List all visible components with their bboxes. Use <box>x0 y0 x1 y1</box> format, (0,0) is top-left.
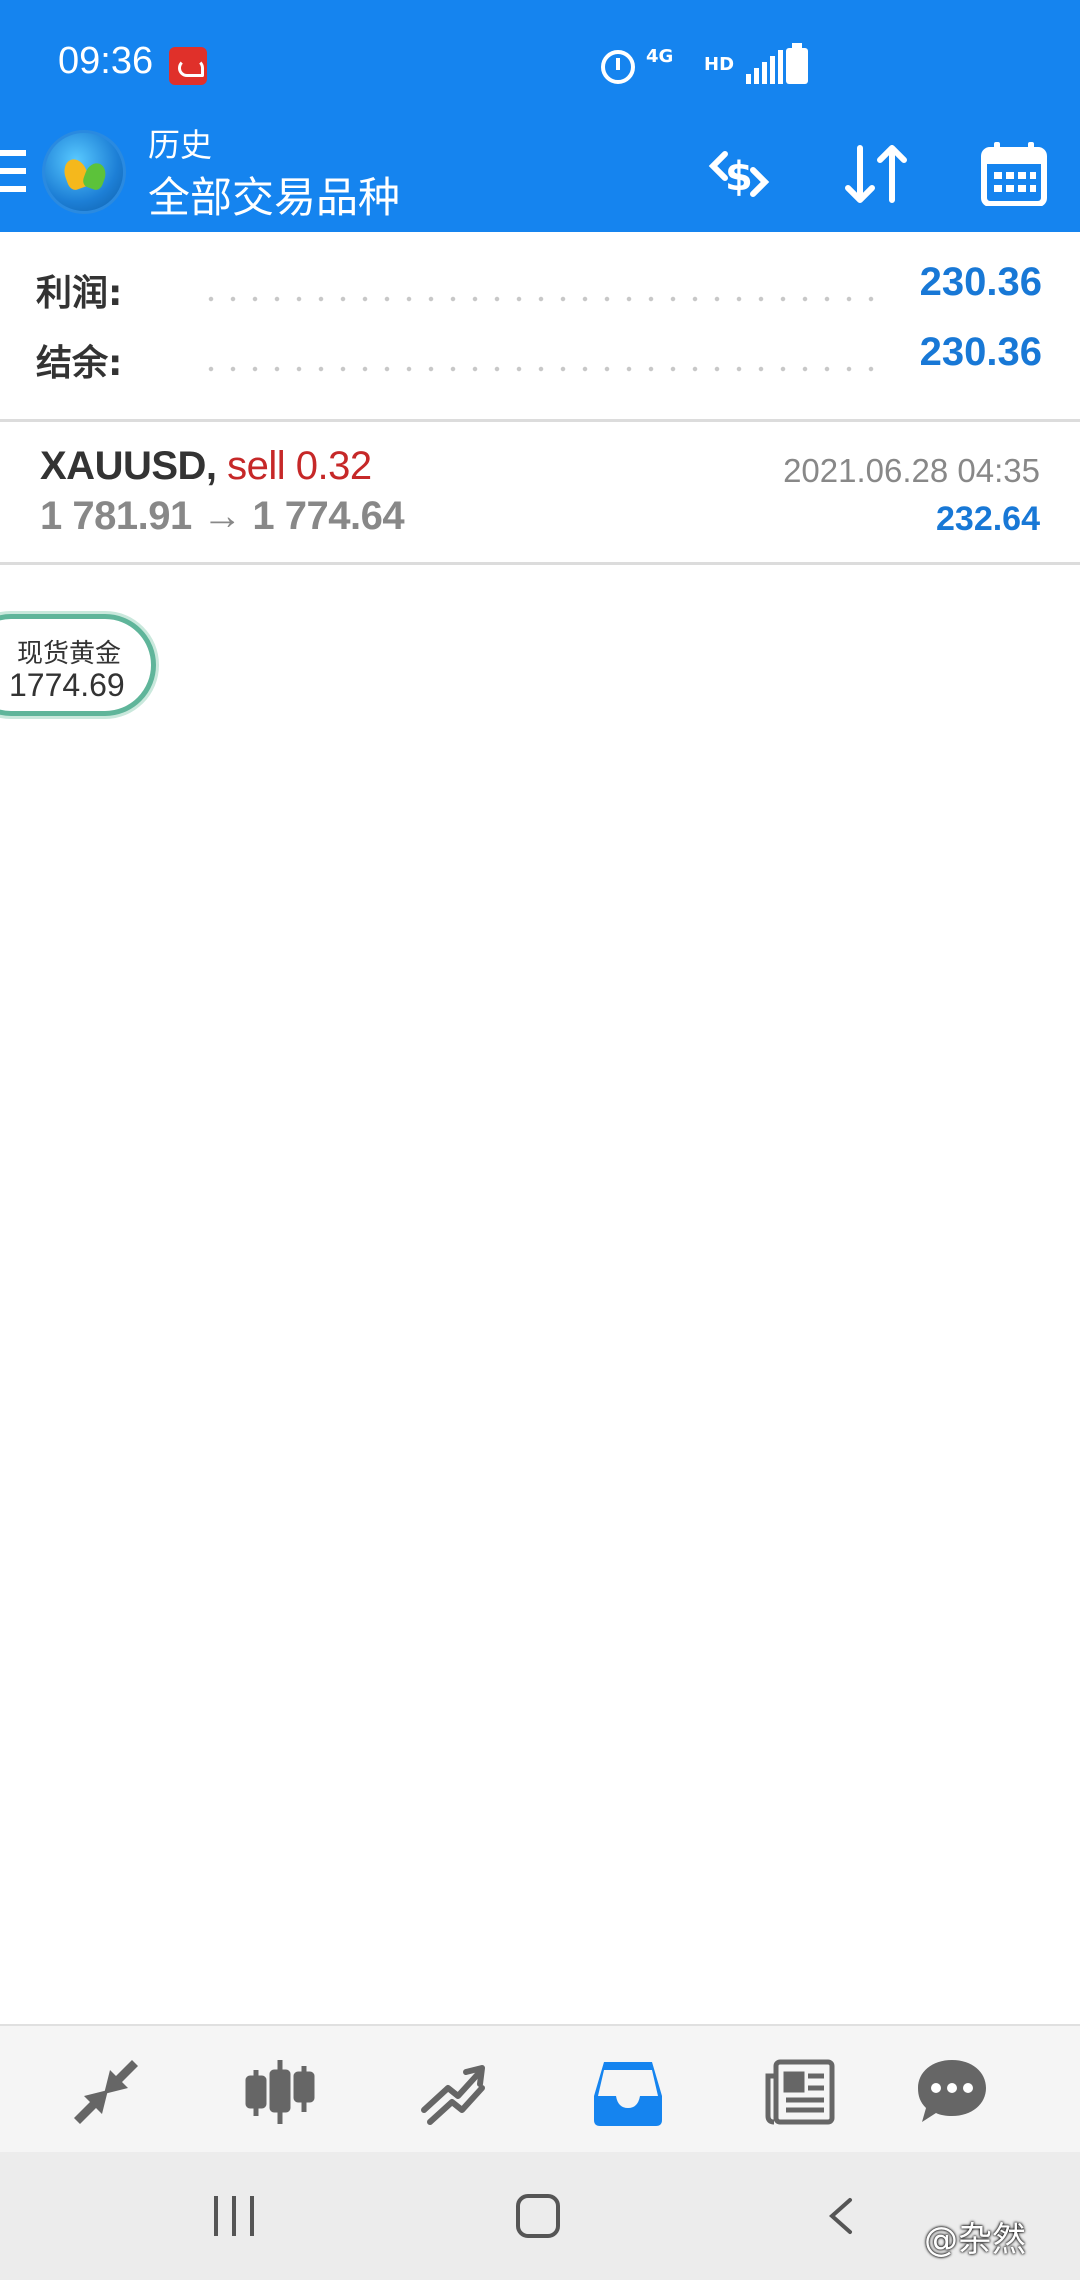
app-toolbar: 历史 全部交易品种 $ <box>0 120 1080 232</box>
balance-row: 结余: 230.36 <box>0 328 1080 388</box>
divider <box>0 562 1080 565</box>
history-icon[interactable] <box>590 2056 666 2128</box>
chart-icon[interactable] <box>242 2056 318 2128</box>
watermark: @杂然 <box>924 2220 1026 2260</box>
status-bar: 09:36 4G HD <box>0 0 1080 120</box>
trade-icon[interactable] <box>416 2056 492 2128</box>
bubble-symbol-name: 现货黄金 <box>17 639 122 669</box>
calendar-icon[interactable] <box>978 142 1050 207</box>
floating-price-bubble[interactable]: 现货黄金 1774.69 <box>0 614 156 716</box>
trade-profit: 232.64 <box>936 500 1040 538</box>
app-logo[interactable] <box>42 130 126 214</box>
network-type-label: 4G <box>646 46 674 67</box>
trade-side-volume: sell 0.32 <box>227 444 372 488</box>
profit-label: 利润: <box>36 273 123 314</box>
quotes-icon[interactable] <box>68 2056 144 2128</box>
currency-exchange-icon[interactable]: $ <box>703 142 775 206</box>
chat-icon[interactable] <box>914 2056 990 2128</box>
hd-label: HD <box>704 54 735 75</box>
news-icon[interactable] <box>762 2056 838 2128</box>
trade-prices: 1 781.91 → 1 774.64 <box>40 494 405 538</box>
signal-icon <box>746 48 786 84</box>
home-icon[interactable] <box>516 2194 560 2238</box>
svg-text:$: $ <box>725 154 753 200</box>
recent-apps-icon[interactable] <box>214 2196 258 2236</box>
balance-label: 结余: <box>36 343 123 384</box>
trade-time: 2021.06.28 04:35 <box>783 452 1040 489</box>
trade-row[interactable]: XAUUSD, sell 0.32 1 781.91 → 1 774.64 20… <box>0 422 1080 562</box>
sort-icon[interactable] <box>840 142 912 206</box>
dotted-leader <box>200 296 882 302</box>
battery-icon <box>786 43 808 84</box>
page-subtitle: 历史 <box>148 126 213 164</box>
dotted-leader <box>200 366 882 372</box>
back-icon[interactable] <box>826 2196 856 2236</box>
system-navigation: @杂然 <box>0 2152 1080 2280</box>
balance-value: 230.36 <box>919 330 1042 374</box>
bottom-navigation <box>0 2024 1080 2152</box>
profit-row: 利润: 230.36 <box>0 258 1080 318</box>
status-icons: 4G HD <box>0 43 1080 84</box>
profit-value: 230.36 <box>919 260 1042 304</box>
bubble-price: 1774.69 <box>9 667 125 703</box>
trade-symbol: XAUUSD, sell 0.32 <box>40 444 372 489</box>
trade-symbol-name: XAUUSD, <box>40 444 217 488</box>
alarm-icon <box>601 50 635 84</box>
history-summary: 利润: 230.36 结余: 230.36 <box>0 232 1080 420</box>
menu-icon[interactable] <box>0 150 26 192</box>
symbol-filter-title[interactable]: 全部交易品种 <box>148 164 400 225</box>
